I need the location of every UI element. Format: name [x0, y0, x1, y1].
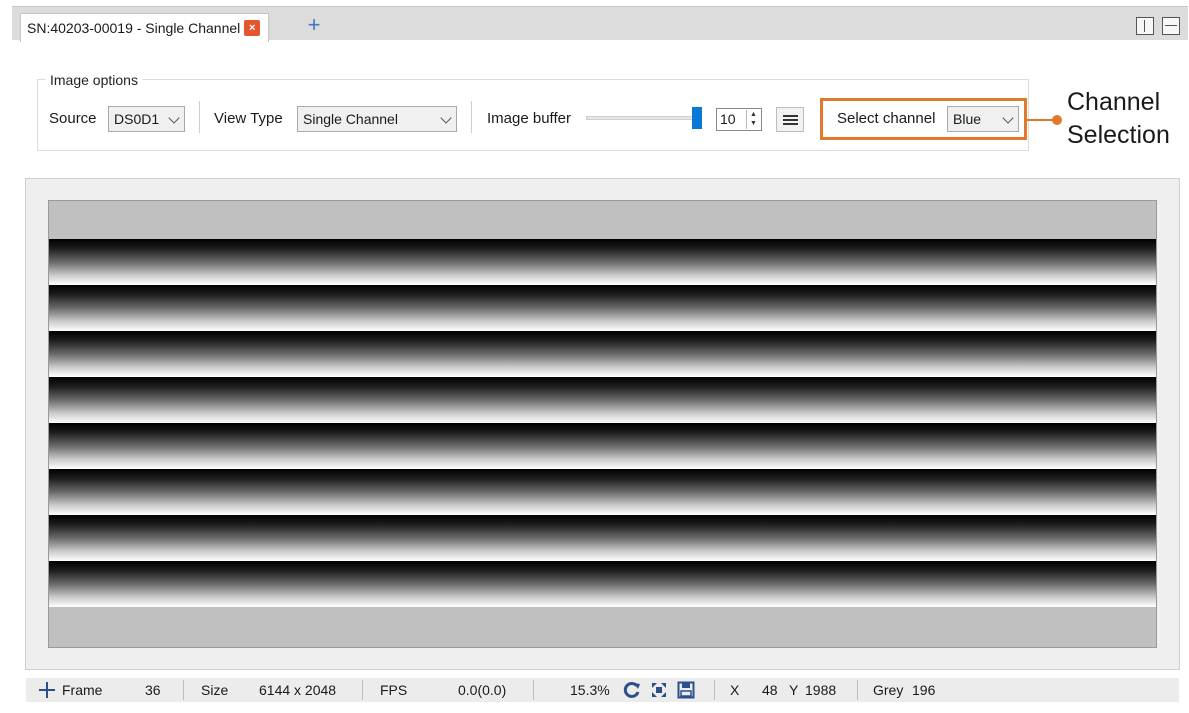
fps-value: 0.0(0.0): [458, 682, 507, 698]
source-label: Source: [49, 110, 97, 127]
image-buffer-slider-thumb[interactable]: [692, 107, 702, 129]
separator: [533, 680, 534, 700]
view-type-label: View Type: [214, 110, 283, 127]
channel-selection-highlight: [820, 98, 1027, 140]
buffer-settings-button[interactable]: [776, 107, 804, 132]
spin-arrows-icon[interactable]: ▲ ▼: [746, 110, 760, 129]
x-label: X: [730, 682, 740, 698]
settings-sliders-icon-line: [783, 119, 798, 121]
image-options-legend: Image options: [46, 72, 142, 88]
image-buffer-spinbox[interactable]: 10 ▲ ▼: [716, 108, 762, 131]
image-stripe: [49, 331, 1156, 377]
view-type-select-value: Single Channel: [303, 111, 398, 127]
zoom-value: 15.3%: [570, 682, 610, 698]
image-stripe: [49, 285, 1156, 331]
grey-label: Grey: [873, 682, 904, 698]
x-value: 48: [762, 682, 778, 698]
tab-strip: SN:40203-00019 - Single Channel × +: [12, 6, 1188, 42]
refresh-icon[interactable]: [623, 681, 641, 699]
image-buffer-value: 10: [720, 111, 736, 127]
frame-label: Frame: [62, 682, 103, 698]
tab-single-channel[interactable]: SN:40203-00019 - Single Channel ×: [20, 13, 270, 42]
image-stripe: [49, 515, 1156, 561]
grey-value: 196: [912, 682, 936, 698]
save-icon[interactable]: [677, 681, 695, 699]
fit-to-window-icon[interactable]: [650, 681, 668, 699]
chevron-down-icon: [168, 112, 180, 124]
chevron-down-icon: [440, 112, 452, 124]
callout-text: Channel Selection: [1067, 86, 1170, 152]
size-label: Size: [201, 682, 229, 698]
callout-dot: [1052, 115, 1062, 125]
separator: [362, 680, 363, 700]
tab-title: SN:40203-00019 - Single Channel: [27, 20, 241, 36]
y-label: Y: [789, 682, 799, 698]
image-stripe: [49, 377, 1156, 423]
view-type-select[interactable]: Single Channel: [297, 106, 457, 132]
split-horizontal-icon[interactable]: [1162, 17, 1180, 35]
source-select[interactable]: DS0D1: [108, 106, 185, 132]
callout-line2: Selection: [1067, 121, 1170, 149]
fps-label: FPS: [380, 682, 408, 698]
split-vertical-icon[interactable]: [1136, 17, 1154, 35]
settings-sliders-icon-line: [783, 123, 798, 125]
add-tab-icon[interactable]: +: [304, 14, 324, 36]
separator: [714, 680, 715, 700]
frame-value: 36: [145, 682, 161, 698]
separator: [183, 680, 184, 700]
image-canvas[interactable]: [48, 200, 1157, 648]
separator: [199, 101, 200, 133]
image-stripe: [49, 469, 1156, 515]
image-stripe: [49, 423, 1156, 469]
y-value: 1988: [805, 682, 837, 698]
status-bar: Frame 36 Size 6144 x 2048 FPS 0.0(0.0) 1…: [26, 678, 1179, 702]
crosshair-icon[interactable]: [38, 681, 56, 699]
image-buffer-slider-track[interactable]: [586, 116, 698, 120]
separator: [471, 101, 472, 133]
image-stripe: [49, 561, 1156, 607]
image-buffer-label: Image buffer: [487, 110, 571, 127]
image-stripe: [49, 239, 1156, 285]
callout-line1: Channel: [1067, 88, 1161, 116]
settings-sliders-icon: [783, 115, 798, 117]
separator: [857, 680, 858, 700]
close-icon[interactable]: ×: [244, 20, 261, 36]
source-select-value: DS0D1: [114, 111, 160, 127]
size-value: 6144 x 2048: [259, 682, 337, 698]
